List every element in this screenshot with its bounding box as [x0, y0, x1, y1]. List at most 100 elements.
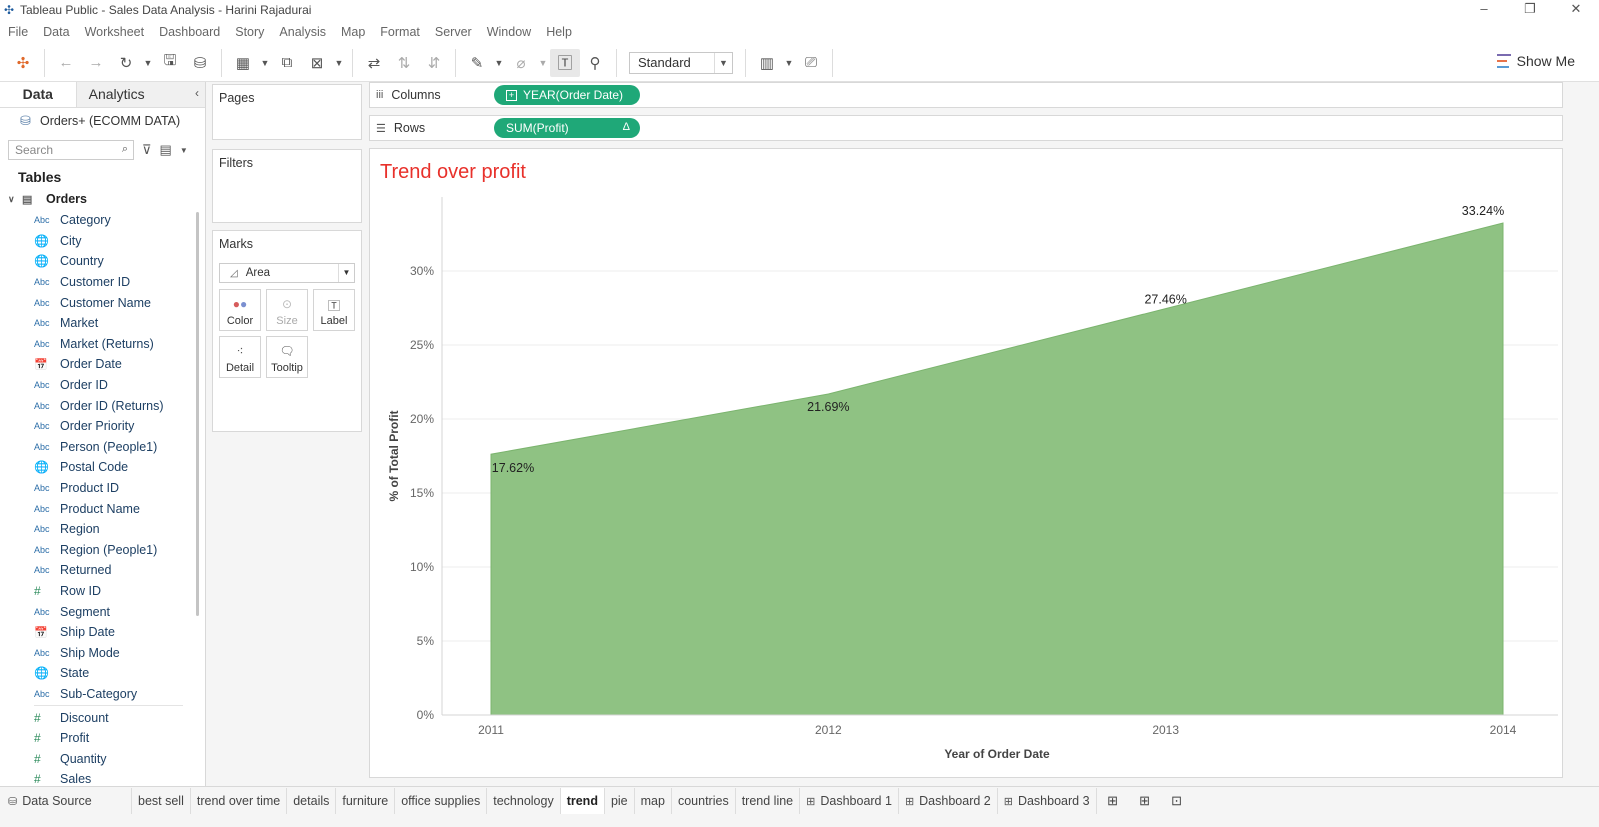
- group-members-icon[interactable]: ⌀: [506, 49, 536, 77]
- tab-dashboard-2[interactable]: ⊞ Dashboard 2: [899, 788, 998, 814]
- show-me-button[interactable]: Show Me: [1496, 53, 1575, 69]
- menu-format[interactable]: Format: [380, 25, 420, 39]
- tab-best-sell[interactable]: best sell: [132, 788, 191, 814]
- pages-card[interactable]: Pages: [212, 84, 362, 140]
- menu-analysis[interactable]: Analysis: [279, 25, 326, 39]
- field-customer-name[interactable]: Abc Customer Name: [0, 292, 205, 313]
- highlight-dropdown-icon[interactable]: ▼: [492, 49, 506, 77]
- duplicate-sheet-icon[interactable]: ⧉: [272, 49, 302, 77]
- field-ship-mode[interactable]: Abc Ship Mode: [0, 642, 205, 663]
- new-worksheet-dropdown-icon[interactable]: ▼: [258, 49, 272, 77]
- tab-technology[interactable]: technology: [487, 788, 561, 814]
- area-chart[interactable]: 0% 5% 10% 15% 20% 25% 30% 17.62% 21.69% 27.46% 33.…: [370, 149, 1562, 777]
- chevron-down-icon[interactable]: ∨: [8, 194, 22, 205]
- field-row-id[interactable]: # Row ID: [0, 581, 205, 602]
- redo-arrow-icon[interactable]: →: [81, 49, 111, 77]
- sort-ascending-icon[interactable]: ⇅: [389, 49, 419, 77]
- presentation-mode-icon[interactable]: ⎚: [796, 49, 826, 77]
- replay-dropdown-icon[interactable]: ▼: [141, 49, 155, 77]
- filters-card[interactable]: Filters: [212, 149, 362, 223]
- field-order-id-returns[interactable]: Abc Order ID (Returns): [0, 395, 205, 416]
- field-profit[interactable]: # Profit: [0, 728, 205, 749]
- field-order-priority[interactable]: Abc Order Priority: [0, 416, 205, 437]
- tab-analytics[interactable]: Analytics: [75, 82, 205, 107]
- show-mark-labels-icon[interactable]: 🅃: [550, 48, 580, 77]
- size-button[interactable]: ⊙ Size: [266, 289, 308, 331]
- field-postal-code[interactable]: 🌐 Postal Code: [0, 457, 205, 478]
- tab-furniture[interactable]: furniture: [336, 788, 396, 814]
- highlight-icon[interactable]: ✎: [462, 49, 492, 77]
- tab-pie[interactable]: pie: [605, 788, 635, 814]
- field-market[interactable]: Abc Market: [0, 313, 205, 334]
- show-cards-icon[interactable]: ▥: [752, 49, 782, 77]
- view-options-icon[interactable]: ▤: [160, 142, 172, 158]
- search-input[interactable]: Search ⌕: [8, 140, 134, 160]
- label-button[interactable]: 🅃 Label: [313, 289, 355, 331]
- restore-button[interactable]: ❐: [1507, 0, 1553, 20]
- field-region[interactable]: Abc Region: [0, 519, 205, 540]
- clear-sheet-icon[interactable]: ⊠: [302, 49, 332, 77]
- field-customer-id[interactable]: Abc Customer ID: [0, 272, 205, 293]
- tab-countries[interactable]: countries: [672, 788, 736, 814]
- field-city[interactable]: 🌐 City: [0, 231, 205, 252]
- menu-worksheet[interactable]: Worksheet: [85, 25, 145, 39]
- field-product-id[interactable]: Abc Product ID: [0, 478, 205, 499]
- rows-pill[interactable]: SUM(Profit) Δ: [494, 118, 640, 138]
- show-cards-dropdown-icon[interactable]: ▼: [782, 49, 796, 77]
- menu-help[interactable]: Help: [546, 25, 572, 39]
- menu-window[interactable]: Window: [487, 25, 531, 39]
- fix-axes-pin-icon[interactable]: ⚲: [580, 49, 610, 77]
- menu-story[interactable]: Story: [235, 25, 264, 39]
- field-quantity[interactable]: # Quantity: [0, 748, 205, 769]
- fit-select[interactable]: Standard ▼: [629, 51, 733, 74]
- tab-data[interactable]: Data: [0, 82, 76, 107]
- swap-rows-columns-icon[interactable]: ⇄: [359, 49, 389, 77]
- field-order-id[interactable]: Abc Order ID: [0, 375, 205, 396]
- field-market-returns[interactable]: Abc Market (Returns): [0, 334, 205, 355]
- tab-trend-over-time[interactable]: trend over time: [191, 788, 288, 814]
- menu-server[interactable]: Server: [435, 25, 472, 39]
- color-button[interactable]: ●● Color: [219, 289, 261, 331]
- tab-map[interactable]: map: [635, 788, 672, 814]
- tab-office-supplies[interactable]: office supplies: [395, 788, 488, 814]
- menu-dashboard[interactable]: Dashboard: [159, 25, 220, 39]
- group-dropdown-icon[interactable]: ▼: [536, 49, 550, 77]
- sort-descending-icon[interactable]: ⇵: [419, 49, 449, 77]
- undo-arrow-icon[interactable]: ←: [51, 49, 81, 77]
- field-order-date[interactable]: 📅 Order Date: [0, 354, 205, 375]
- tab-trend[interactable]: trend: [560, 788, 605, 814]
- new-worksheet-icon[interactable]: ⊞: [1097, 788, 1129, 814]
- filter-fields-icon[interactable]: ⊽: [142, 142, 152, 158]
- new-dashboard-icon[interactable]: ⊞: [1129, 788, 1161, 814]
- new-worksheet-icon[interactable]: ▦: [228, 49, 258, 77]
- profit-area-mark[interactable]: [490, 222, 1504, 716]
- columns-pill[interactable]: + YEAR(Order Date): [494, 85, 640, 105]
- field-discount[interactable]: # Discount: [0, 707, 205, 728]
- minimize-button[interactable]: –: [1461, 0, 1507, 20]
- field-region-people1[interactable]: Abc Region (People1): [0, 540, 205, 561]
- rows-shelf[interactable]: ☰ Rows SUM(Profit) Δ: [369, 115, 1563, 141]
- field-returned[interactable]: Abc Returned: [0, 560, 205, 581]
- field-segment[interactable]: Abc Segment: [0, 601, 205, 622]
- field-state[interactable]: 🌐 State: [0, 663, 205, 684]
- field-ship-date[interactable]: 📅 Ship Date: [0, 622, 205, 643]
- new-data-source-icon[interactable]: ⛁: [185, 49, 215, 77]
- field-country[interactable]: 🌐 Country: [0, 251, 205, 272]
- replay-icon[interactable]: ↻: [111, 49, 141, 77]
- menu-file[interactable]: File: [8, 25, 28, 39]
- menu-map[interactable]: Map: [341, 25, 365, 39]
- close-button[interactable]: ✕: [1553, 0, 1599, 20]
- new-story-icon[interactable]: ⊡: [1161, 788, 1193, 814]
- tab-details[interactable]: details: [287, 788, 337, 814]
- tooltip-button[interactable]: 🗨 Tooltip: [266, 336, 308, 378]
- menu-data[interactable]: Data: [43, 25, 69, 39]
- view-options-dropdown-icon[interactable]: ▼: [180, 146, 188, 155]
- field-sub-category[interactable]: Abc Sub-Category: [0, 684, 205, 705]
- data-source-row[interactable]: ⛁ Orders+ (ECOMM DATA): [0, 108, 205, 134]
- collapse-pane-icon[interactable]: ‹: [195, 86, 199, 100]
- tab-trend-line[interactable]: trend line: [736, 788, 801, 814]
- data-pane-scrollbar[interactable]: [196, 212, 199, 616]
- detail-button[interactable]: ⁖ Detail: [219, 336, 261, 378]
- tab-dashboard-1[interactable]: ⊞ Dashboard 1: [800, 788, 899, 814]
- tab-dashboard-3[interactable]: ⊞ Dashboard 3: [998, 788, 1097, 814]
